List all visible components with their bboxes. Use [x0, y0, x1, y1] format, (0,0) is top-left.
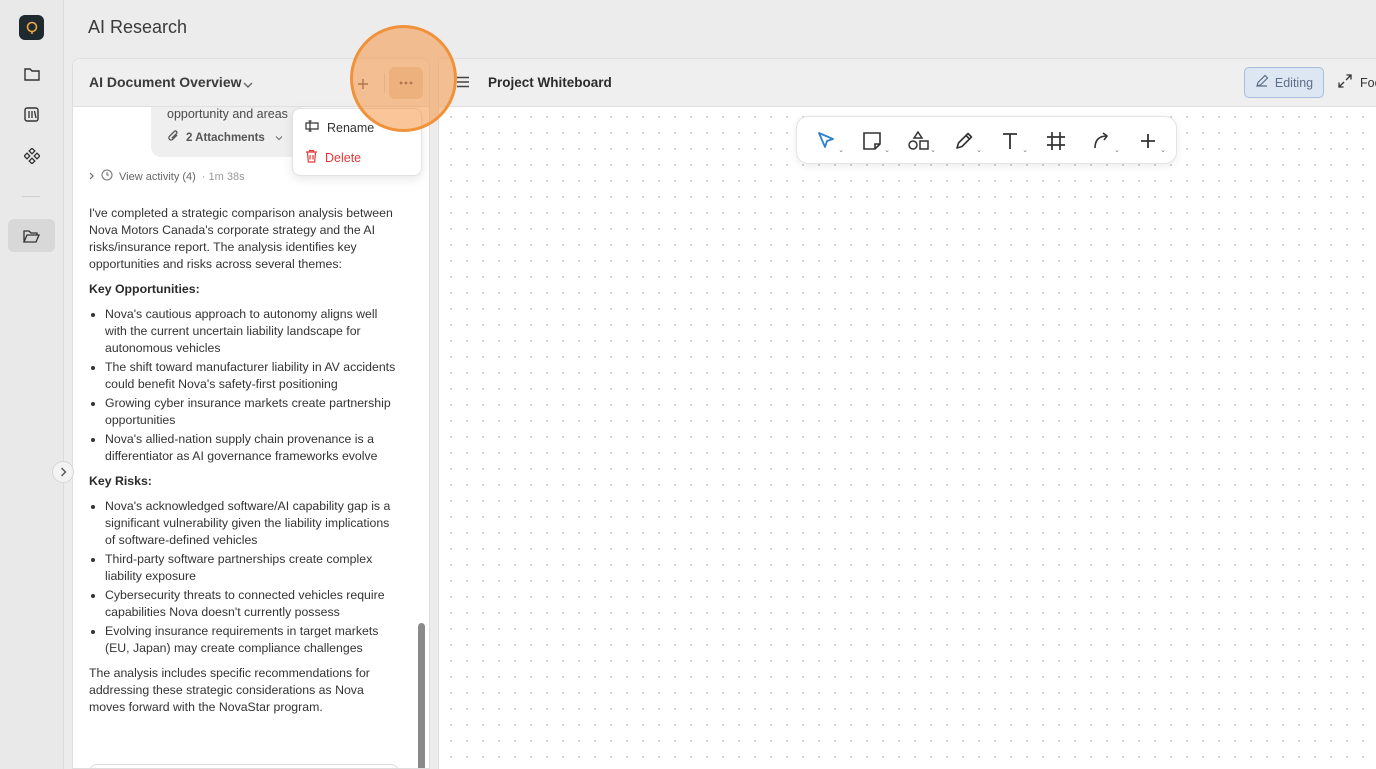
whiteboard-toolbar: ⌄ ⌄ ⌄ ⌄ ⌄ ⌄ ⌄	[796, 116, 1177, 164]
connector-icon[interactable]: ⌄	[1087, 127, 1120, 155]
integrations-icon[interactable]	[8, 139, 55, 172]
attachments-label: 2 Attachments	[186, 131, 265, 144]
opportunities-heading: Key Opportunities:	[89, 282, 200, 296]
list-item: Nova's acknowledged software/AI capabili…	[105, 498, 401, 549]
folder-icon[interactable]	[8, 57, 55, 90]
select-tool-icon[interactable]: ⌄	[811, 127, 844, 155]
assistant-message: I've completed a strategic comparison an…	[89, 205, 401, 724]
scrollbar[interactable]	[418, 623, 425, 768]
view-activity-toggle[interactable]: View activity (4) · 1m 38s	[89, 169, 245, 184]
editing-mode-button[interactable]: Editing	[1244, 67, 1324, 98]
list-item: Growing cyber insurance markets create p…	[105, 395, 401, 429]
chevron-right-icon	[89, 171, 95, 183]
previous-message-text: opportunity and areas	[167, 107, 288, 121]
rename-label: Rename	[327, 120, 375, 135]
message-conclusion: The analysis includes specific recommend…	[89, 666, 370, 714]
list-item: Nova's cautious approach to autonomy ali…	[105, 306, 401, 357]
left-rail	[0, 0, 64, 769]
trash-icon	[305, 149, 318, 166]
paperclip-icon	[167, 129, 180, 146]
page-title: AI Research	[88, 17, 188, 37]
pen-icon[interactable]: ⌄	[949, 127, 982, 155]
chevron-down-icon	[275, 132, 283, 144]
focus-mode-button[interactable]: Foc	[1338, 74, 1376, 91]
focus-label: Foc	[1360, 75, 1376, 90]
frame-icon[interactable]	[1041, 127, 1071, 155]
click-highlight	[350, 25, 457, 132]
list-item: Evolving insurance requirements in targe…	[105, 623, 401, 657]
expand-panel-button[interactable]	[52, 461, 74, 483]
attachments-toggle[interactable]: 2 Attachments	[167, 129, 283, 146]
risks-heading: Key Risks:	[89, 474, 152, 488]
activity-time: · 1m 38s	[201, 170, 245, 183]
text-icon[interactable]: ⌄	[995, 127, 1028, 155]
delete-label: Delete	[325, 150, 362, 165]
opportunities-list: Nova's cautious approach to autonomy ali…	[89, 306, 401, 465]
add-icon[interactable]: ⌄	[1133, 127, 1166, 155]
editing-label: Editing	[1274, 75, 1314, 90]
risks-list: Nova's acknowledged software/AI capabili…	[89, 498, 401, 657]
hamburger-menu-icon[interactable]	[456, 75, 470, 93]
clock-icon	[101, 169, 113, 184]
list-item: The shift toward manufacturer liability …	[105, 359, 401, 393]
logo-icon[interactable]	[19, 15, 44, 40]
list-item: Nova's allied-nation supply chain proven…	[105, 431, 401, 465]
message-intro: I've completed a strategic comparison an…	[89, 206, 393, 271]
activity-label: View activity (4)	[119, 170, 196, 183]
chat-input[interactable]	[89, 764, 399, 768]
whiteboard-header: Project Whiteboard Editing Foc	[439, 59, 1376, 107]
rename-menu-item[interactable]: Rename	[305, 120, 374, 135]
folder-open-icon[interactable]	[8, 219, 55, 252]
chat-title[interactable]: AI Document Overview	[89, 74, 242, 90]
sticky-note-icon[interactable]: ⌄	[857, 127, 890, 155]
chevron-down-icon[interactable]	[243, 76, 253, 94]
whiteboard-canvas[interactable]: Project Whiteboard Editing Foc ⌄ ⌄ ⌄	[438, 58, 1376, 769]
rename-icon	[305, 120, 320, 135]
pen-edit-icon	[1255, 74, 1269, 91]
list-item: Cybersecurity threats to connected vehic…	[105, 587, 401, 621]
shapes-icon[interactable]: ⌄	[903, 127, 936, 155]
library-icon[interactable]	[8, 98, 55, 131]
list-item: Third-party software partnerships create…	[105, 551, 401, 585]
rail-divider	[22, 196, 40, 197]
whiteboard-title: Project Whiteboard	[488, 75, 612, 90]
delete-menu-item[interactable]: Delete	[305, 149, 361, 166]
expand-icon	[1338, 74, 1352, 91]
